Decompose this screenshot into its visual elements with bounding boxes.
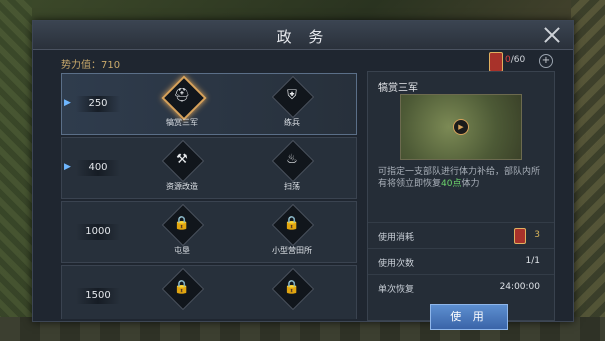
preview-image: ▶: [400, 94, 522, 160]
panel-title: 政 务: [276, 28, 330, 46]
policy-item-train[interactable]: ⛨ 练兵: [252, 75, 332, 134]
policy-item-locked[interactable]: 🔒 小型营田所: [252, 203, 332, 262]
policy-item-label: 扫荡: [284, 182, 300, 191]
stat-cost: 使用消耗 3: [368, 222, 554, 249]
required-power: 400: [76, 160, 120, 176]
play-icon[interactable]: ▶: [453, 119, 469, 135]
order-token-icon: [489, 52, 503, 72]
policy-detail: 犒赏三军 ▶ 可指定一支部队进行体力补给，部队内所有将领立即恢复40点体力 使用…: [367, 71, 555, 330]
policy-row: 1000 🔒 屯垦 🔒 小型营田所: [61, 201, 357, 263]
stat-recovery: 单次恢复 24:00:00: [368, 274, 554, 301]
required-power: 1500: [76, 288, 120, 304]
policy-item-sweep[interactable]: ♨ 扫荡: [252, 139, 332, 198]
policy-item-label: 犒赏三军: [166, 118, 198, 127]
policy-panel: 政 务 势力值：710 0/60 + ▶ 250 ⛑ 犒赏三军 ⛨ 练兵 ▶ 4…: [32, 20, 574, 330]
policy-item-locked[interactable]: 🔒: [252, 267, 332, 319]
policy-row: ▶ 250 ⛑ 犒赏三军 ⛨ 练兵: [61, 73, 357, 135]
order-token-icon: [514, 228, 526, 244]
shield-icon: ⛨: [287, 88, 297, 103]
policy-item-label: 资源改造: [166, 182, 198, 191]
row-arrow-icon: ▶: [64, 98, 71, 108]
detail-title: 犒赏三军: [378, 83, 418, 94]
helmet-icon: ⛑: [173, 88, 191, 103]
close-icon[interactable]: [541, 24, 563, 46]
anvil-icon: ⚒: [176, 152, 188, 167]
power-value: 势力值：710: [61, 60, 121, 71]
policy-item-locked[interactable]: 🔒: [142, 267, 222, 319]
policy-row: 1500 🔒 🔒: [61, 265, 357, 319]
detail-description: 可指定一支部队进行体力补给，部队内所有将领立即恢复40点体力: [378, 167, 541, 189]
title-bar: 政 务: [33, 21, 573, 50]
required-power: 250: [76, 96, 120, 112]
policy-list: ▶ 250 ⛑ 犒赏三军 ⛨ 练兵 ▶ 400 ⚒ 资源改造 ♨ 扫荡 1000…: [61, 73, 357, 319]
flame-icon: ♨: [286, 152, 298, 167]
token-count: 0/60: [505, 55, 526, 65]
map-background-right: [571, 0, 605, 341]
stat-uses: 使用次数 1/1: [368, 248, 554, 275]
policy-item-locked[interactable]: 🔒 屯垦: [142, 203, 222, 262]
lock-icon: 🔒: [173, 280, 191, 295]
lock-icon: 🔒: [283, 280, 301, 295]
policy-item-label: 练兵: [284, 118, 300, 127]
add-token-button[interactable]: +: [539, 54, 553, 68]
policy-item-resource-transform[interactable]: ⚒ 资源改造: [142, 139, 222, 198]
map-background-left: [0, 0, 32, 341]
policy-item-label: 屯垦: [174, 246, 190, 255]
policy-row: ▶ 400 ⚒ 资源改造 ♨ 扫荡: [61, 137, 357, 199]
policy-item-label: 小型营田所: [272, 246, 312, 255]
lock-icon: 🔒: [173, 216, 191, 231]
row-arrow-icon: ▶: [64, 162, 71, 172]
lock-icon: 🔒: [283, 216, 301, 231]
required-power: 1000: [76, 224, 120, 240]
use-button[interactable]: 使 用: [430, 304, 508, 330]
policy-item-reward-troops[interactable]: ⛑ 犒赏三军: [142, 75, 222, 134]
